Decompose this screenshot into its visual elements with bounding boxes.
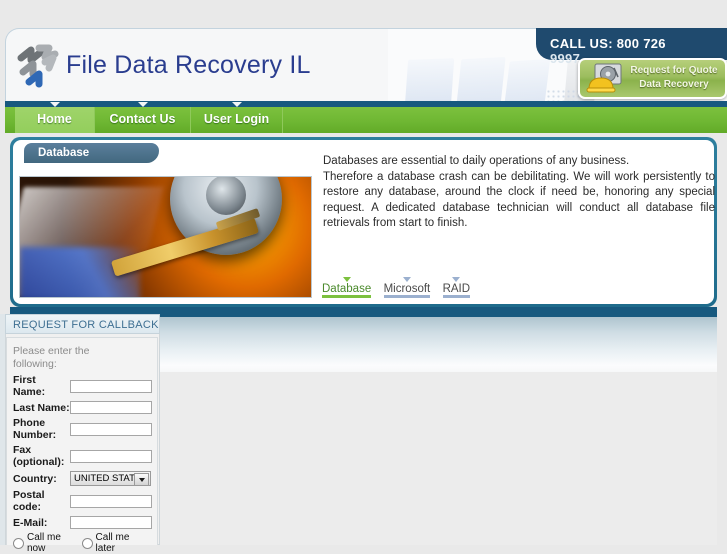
hero-image-spindle	[206, 177, 246, 215]
field-row-fax: Fax (optional):	[13, 444, 152, 468]
chevron-down-icon	[342, 277, 351, 282]
country-select[interactable]: UNITED STATES	[70, 471, 151, 486]
radio-call-now-label: Call me now	[27, 532, 61, 554]
field-row-email: E-Mail:	[13, 516, 152, 529]
chevron-down-icon	[231, 102, 242, 107]
panel-title: Database	[38, 147, 90, 159]
fax-label: Fax (optional):	[13, 444, 65, 468]
main-navigation: Home Contact Us User Login	[5, 101, 727, 133]
chevron-down-icon	[49, 102, 60, 107]
panel-title-tab: Database	[24, 143, 159, 163]
content-paragraph-line-1: Databases are essential to daily operati…	[323, 155, 630, 167]
nav-label: User Login	[203, 112, 270, 126]
chevron-down-icon	[137, 102, 148, 107]
page-root: File Data Recovery IL CALL US: 800 726 9…	[0, 0, 727, 554]
request-for-quote-button[interactable]: Request for Quote Data Recovery	[578, 58, 727, 99]
field-row-last-name: Last Name:	[13, 401, 152, 414]
nav-label: Home	[37, 112, 72, 126]
tab-underline	[322, 295, 372, 298]
quote-line-2: Data Recovery	[639, 79, 709, 90]
chevron-down-icon	[452, 277, 461, 282]
first-name-input[interactable]	[70, 379, 152, 393]
decorative-sheet	[403, 58, 455, 102]
tab-raid[interactable]: RAID	[442, 277, 471, 298]
radio-call-later[interactable]	[81, 537, 93, 549]
nav-label: Contact Us	[109, 112, 176, 126]
first-name-label: First Name:	[13, 374, 46, 398]
hero-image	[19, 176, 312, 298]
chevron-down-icon	[402, 277, 411, 282]
email-label: E-Mail:	[13, 516, 48, 529]
tab-underline	[442, 295, 471, 298]
decorative-sheet	[501, 58, 551, 102]
callback-heading-text: REQUEST FOR CALLBACK	[13, 319, 159, 331]
postal-code-input[interactable]	[70, 494, 152, 508]
callback-intro: Please enter the following:	[13, 345, 90, 370]
hard-hat-icon	[586, 74, 616, 94]
last-name-input[interactable]	[70, 401, 152, 414]
content-paragraph-body: Therefore a database crash can be debili…	[323, 170, 715, 230]
nav-item-home[interactable]: Home	[15, 102, 95, 133]
page-title: File Data Recovery IL	[66, 51, 311, 79]
phone-number-input[interactable]	[70, 422, 152, 436]
nav-item-user-login[interactable]: User Login	[191, 102, 283, 133]
radio-call-later-label: Call me later	[95, 532, 130, 554]
phone-number-label: Phone Number:	[13, 417, 57, 441]
tab-label: Database	[322, 283, 372, 295]
field-row-country: Country: UNITED STATES	[13, 471, 151, 486]
tab-label: RAID	[442, 283, 471, 295]
tab-database[interactable]: Database	[322, 277, 372, 298]
field-row-first-name: First Name:	[13, 374, 152, 398]
callback-heading: REQUEST FOR CALLBACK	[5, 314, 160, 334]
postal-code-label: Postal code:	[13, 489, 45, 513]
radio-call-now[interactable]	[13, 537, 24, 549]
callback-timing-radios: Call me now Call me later	[13, 532, 151, 554]
email-input[interactable]	[70, 516, 152, 529]
decorative-sheet	[454, 56, 506, 102]
call-us-banner: CALL US: 800 726 9997	[536, 28, 727, 66]
tab-underline	[383, 295, 431, 298]
call-us-line-1: CALL US: 800 726	[550, 36, 666, 51]
tab-microsoft[interactable]: Microsoft	[383, 277, 431, 298]
nav-item-contact-us[interactable]: Contact Us	[95, 102, 191, 133]
last-name-label: Last Name:	[13, 401, 70, 414]
callback-form: Please enter the following: First Name: …	[6, 337, 158, 554]
field-row-phone-number: Phone Number:	[13, 417, 152, 441]
country-label: Country:	[13, 472, 57, 485]
arrows-logo-icon[interactable]	[15, 42, 63, 88]
content-paragraph: Databases are essential to daily operati…	[323, 154, 715, 232]
quote-button-text: Request for Quote Data Recovery	[626, 64, 722, 92]
field-row-postal-code: Postal code:	[13, 489, 152, 513]
content-tabs: Database Microsoft RAID	[322, 277, 479, 298]
fax-input[interactable]	[70, 449, 152, 463]
chevron-down-icon[interactable]	[134, 473, 149, 486]
quote-line-1: Request for Quote	[630, 65, 718, 76]
nav-bar: Home Contact Us User Login	[5, 102, 727, 133]
tab-label: Microsoft	[383, 283, 431, 295]
